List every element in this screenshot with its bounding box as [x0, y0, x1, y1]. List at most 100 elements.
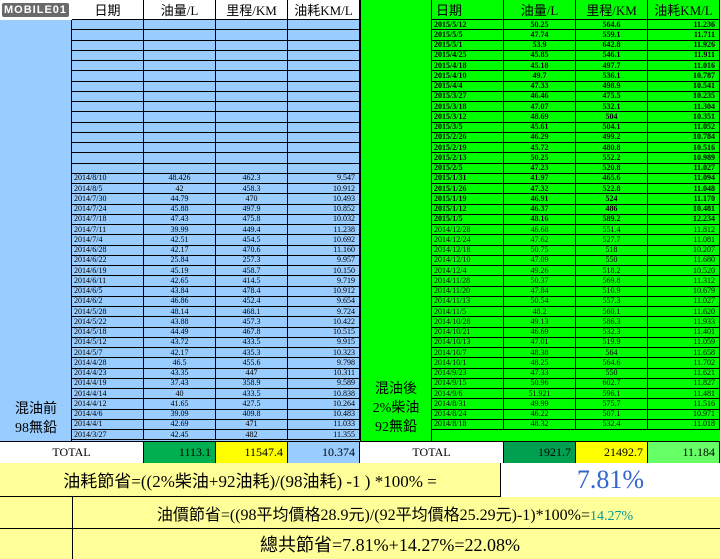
left-km-cell: 358.9	[216, 378, 288, 389]
right-row: 2014/10/21 46.69 532.3 11.401	[432, 327, 720, 338]
left-date-cell: 2014/6/2	[72, 296, 144, 307]
left-fuel-cell: 48.426	[144, 173, 216, 184]
fuel-saving-formula: 油耗節省=((2%柴油+92油耗)/(98油耗) -1 ) *100% =	[63, 472, 437, 491]
right-row: 2014/12/24 47.62 527.7 11.081	[432, 235, 720, 246]
right-bold-avg-cell: 10.989	[648, 153, 720, 164]
right-bold-row: 2015/2/26 46.29 499.2 10.784	[432, 132, 720, 143]
left-empty-row	[72, 81, 360, 92]
left-avg-cell: 9.915	[288, 337, 360, 348]
left-km-cell: 462.3	[216, 173, 288, 184]
right-bold-row: 2015/2/5 47.23 520.8 11.027	[432, 163, 720, 174]
right-row: 2014/10/28 49.13 586.3 11.933	[432, 317, 720, 328]
left-empty-cell	[72, 112, 144, 123]
right-km-cell: 602.7	[576, 378, 648, 389]
right-bold-fuel-cell: 47.23	[504, 163, 576, 174]
left-km-cell: 458.7	[216, 266, 288, 277]
left-side-label-line2: 98無鉛	[15, 421, 57, 436]
left-fuel-cell: 40	[144, 389, 216, 400]
left-km-cell: 471	[216, 419, 288, 430]
price-saving-formula: 油價節省=((98平均價格28.9元)/(92平均價格25.29元)-1)*10…	[156, 506, 590, 524]
left-empty-cell	[288, 40, 360, 51]
right-bold-row: 2015/1/31 41.97 465.6 11.094	[432, 173, 720, 184]
left-empty-cell	[144, 30, 216, 41]
right-avg-cell: 11.059	[648, 337, 720, 348]
right-row: 2014/9/15 50.96 602.7 11.827	[432, 378, 720, 389]
left-empty-cell	[72, 163, 144, 174]
left-empty-cell	[72, 91, 144, 102]
right-date-cell: 2014/12/18	[432, 245, 504, 256]
left-km-cell: 409.8	[216, 409, 288, 420]
right-fuel-cell: 50.75	[504, 245, 576, 256]
right-km-cell: 551.4	[576, 225, 648, 236]
left-fuel-cell: 42.17	[144, 245, 216, 256]
right-bold-row: 2015/1/19 46.91 524 11.170	[432, 194, 720, 205]
right-avg-cell: 11.516	[648, 399, 720, 410]
left-empty-cell	[72, 40, 144, 51]
left-empty-cell	[72, 71, 144, 82]
right-bold-avg-cell: 11.170	[648, 194, 720, 205]
right-bold-km-cell: 465.6	[576, 173, 648, 184]
left-empty-cell	[72, 102, 144, 113]
right-km-cell: 527.7	[576, 235, 648, 246]
left-empty-row	[72, 143, 360, 154]
left-empty-cell	[72, 81, 144, 92]
right-fuel-cell: 48.38	[504, 348, 576, 359]
right-bold-avg-cell: 11.926	[648, 40, 720, 51]
left-date-cell: 2014/6/19	[72, 266, 144, 277]
right-bold-km-cell: 552.2	[576, 153, 648, 164]
right-fuel-cell: 47.33	[504, 368, 576, 379]
right-avg-cell: 11.620	[648, 307, 720, 318]
left-fuel-cell: 25.84	[144, 255, 216, 266]
left-empty-cell	[144, 143, 216, 154]
left-km-cell: 449.4	[216, 225, 288, 236]
right-bold-row: 2015/3/18 47.07 532.1 11.304	[432, 102, 720, 113]
price-saving-block: 油價節省=((98平均價格28.9元)/(92平均價格25.29元)-1)*10…	[0, 501, 720, 525]
left-empty-cell	[216, 163, 288, 174]
left-row: 2014/5/12 43.72 433.5 9.915	[72, 337, 360, 348]
logo-text: MOBILE01	[2, 3, 70, 17]
right-bold-date-cell: 2015/2/26	[432, 132, 504, 143]
right-bold-fuel-cell: 45.72	[504, 143, 576, 154]
right-row: 2014/11/20 47.84 510.9 10.679	[432, 286, 720, 297]
right-bold-row: 2015/1/12 46.37 486 10.481	[432, 204, 720, 215]
left-row: 2014/4/6 39.09 409.8 10.483	[72, 409, 360, 420]
left-fuel-cell: 47.43	[144, 214, 216, 225]
left-km-cell: 452.4	[216, 296, 288, 307]
left-empty-cell	[144, 153, 216, 164]
right-bold-km-cell: 475.5	[576, 91, 648, 102]
left-empty-cell	[288, 71, 360, 82]
left-empty-cell	[72, 122, 144, 133]
left-empty-cell	[288, 61, 360, 72]
left-empty-row	[72, 40, 360, 51]
left-empty-cell	[144, 132, 216, 143]
left-empty-cell	[216, 81, 288, 92]
left-row: 2014/4/1 42.69 471 11.033	[72, 419, 360, 430]
right-bold-avg-cell: 11.094	[648, 173, 720, 184]
right-km-cell: 560.1	[576, 307, 648, 318]
left-empty-cell	[216, 61, 288, 72]
left-empty-cell	[72, 61, 144, 72]
right-avg-cell: 11.018	[648, 419, 720, 430]
left-date-cell: 2014/7/18	[72, 214, 144, 225]
right-fuel-cell: 49.13	[504, 317, 576, 328]
right-bold-avg-cell: 10.481	[648, 204, 720, 215]
left-empty-row	[72, 30, 360, 41]
left-empty-cell	[72, 20, 144, 31]
left-km-cell: 470.6	[216, 245, 288, 256]
left-header-date: 日期	[72, 0, 144, 20]
right-km-cell: 564.6	[576, 358, 648, 369]
left-km-cell: 470	[216, 194, 288, 205]
right-date-cell: 2014/9/6	[432, 389, 504, 400]
left-date-cell: 2014/7/4	[72, 235, 144, 246]
right-bold-avg-cell: 10.541	[648, 81, 720, 92]
right-bold-avg-cell: 11.052	[648, 122, 720, 133]
right-bold-fuel-cell: 53.9	[504, 40, 576, 51]
left-avg-cell: 9.719	[288, 276, 360, 287]
right-km-cell: 518	[576, 245, 648, 256]
left-total-label: TOTAL	[0, 442, 144, 464]
right-km-cell: 519.9	[576, 337, 648, 348]
left-avg-cell: 10.323	[288, 348, 360, 359]
right-avg-cell: 11.658	[648, 348, 720, 359]
right-row: 2014/12/4 49.26 518.2 10.520	[432, 266, 720, 277]
right-bold-fuel-cell: 45.18	[504, 61, 576, 72]
